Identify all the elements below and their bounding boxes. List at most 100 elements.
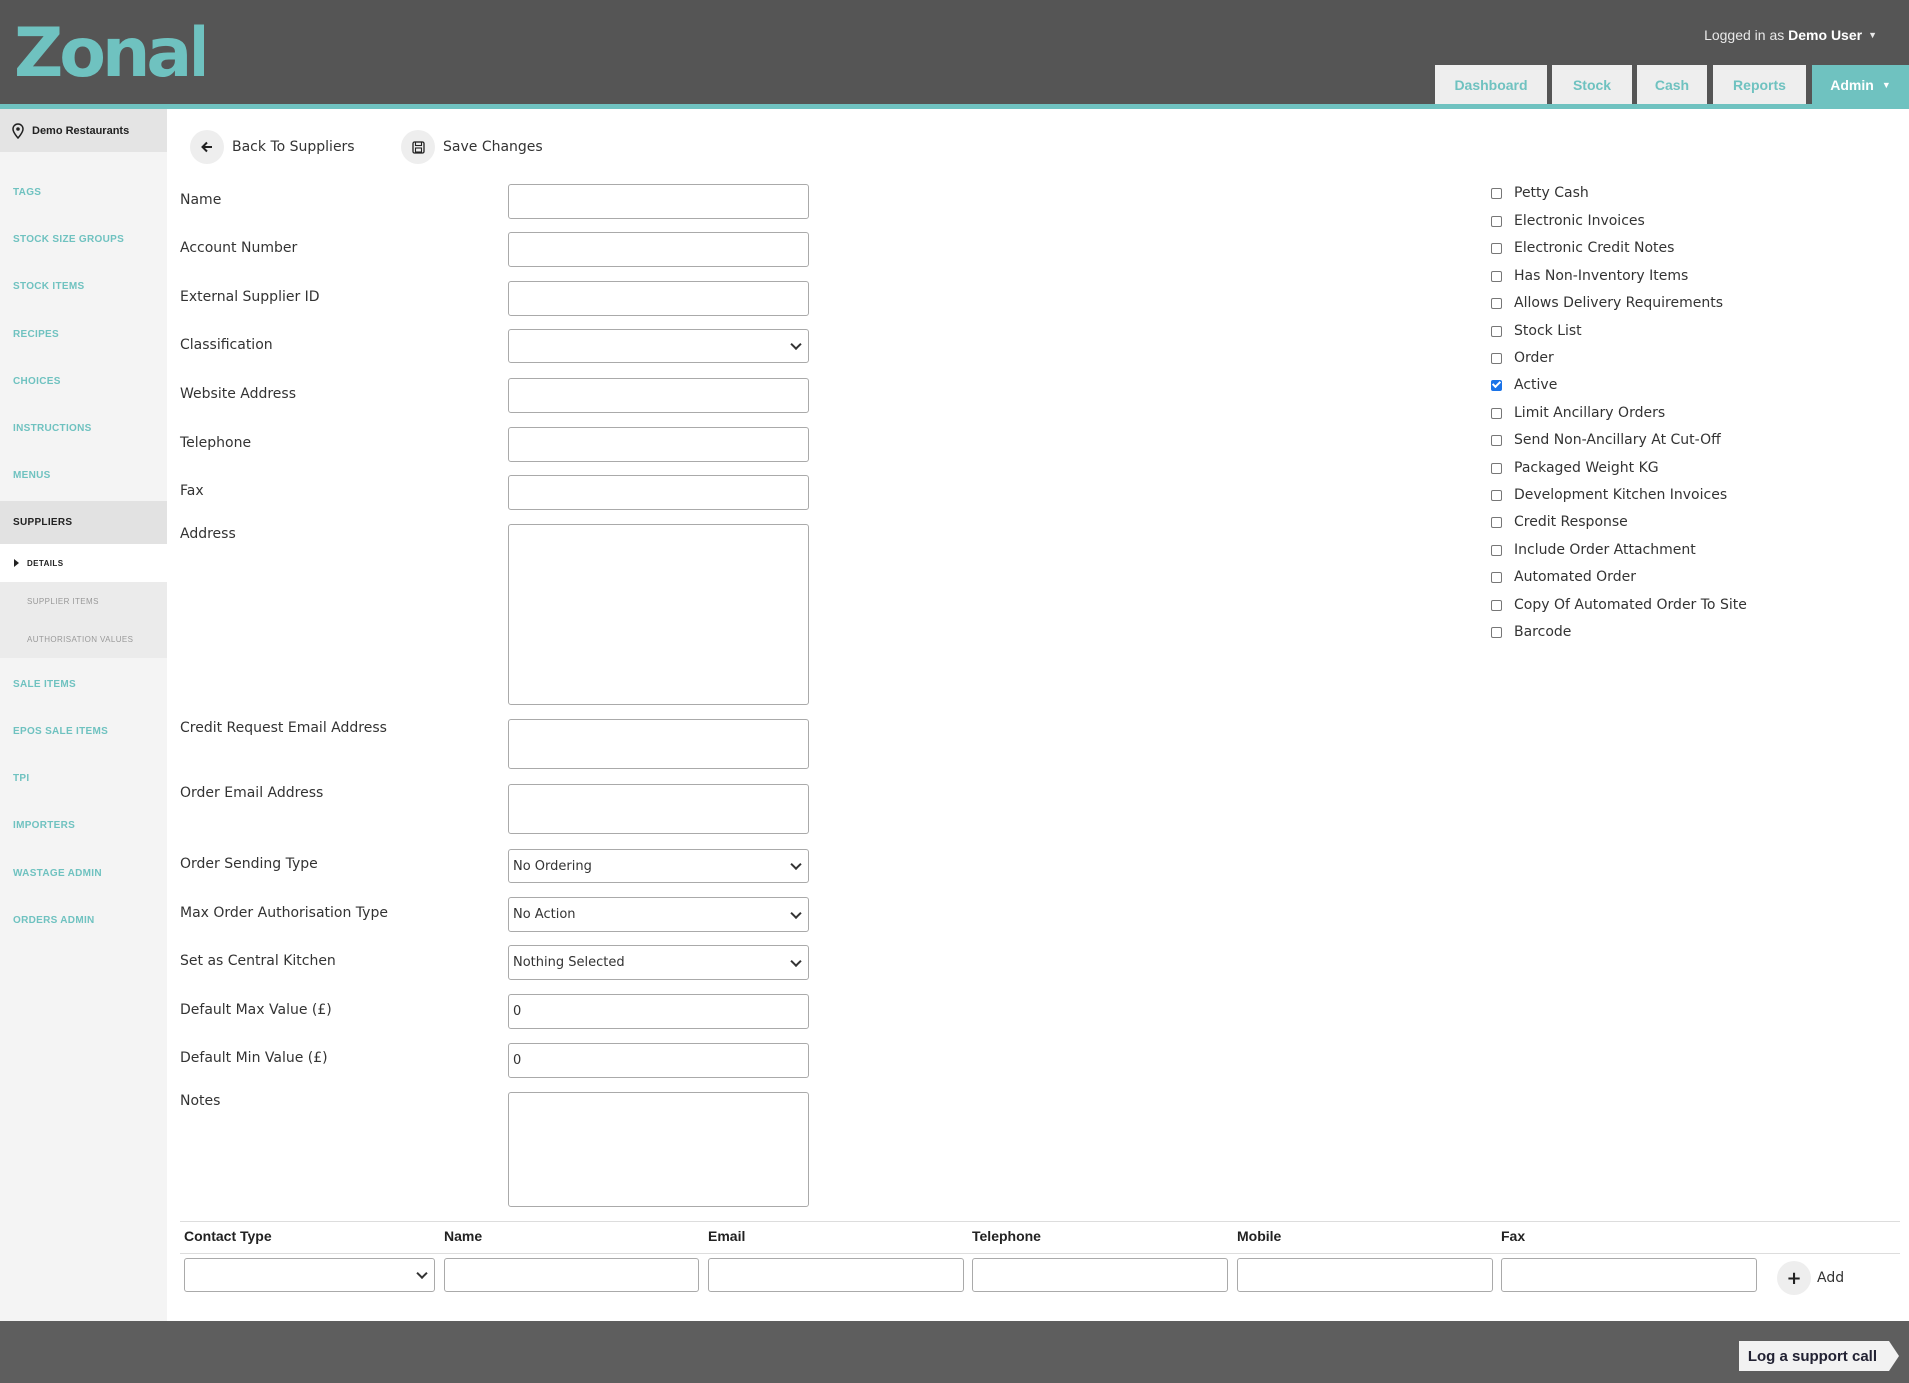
- send-non-ancillary-checkbox[interactable]: Send Non-Ancillary At Cut-Off: [1491, 432, 1721, 448]
- nav-tab-admin[interactable]: Admin ▼: [1812, 65, 1909, 104]
- checkbox-box[interactable]: [1491, 571, 1502, 583]
- map-pin-icon: [12, 122, 24, 139]
- sidebar-item-wastage-admin[interactable]: Wastage Admin: [0, 858, 167, 888]
- sidebar-item-stock-size-groups[interactable]: Stock Size Groups: [0, 224, 167, 254]
- nav-tab-reports[interactable]: Reports: [1713, 65, 1806, 104]
- checkbox-box[interactable]: [1491, 242, 1502, 254]
- checkbox-box[interactable]: [1491, 352, 1502, 364]
- location-selector[interactable]: Demo Restaurants: [0, 109, 167, 152]
- has-non-inventory-items-checkbox[interactable]: Has Non-Inventory Items: [1491, 268, 1688, 284]
- barcode-checkbox[interactable]: Barcode: [1491, 624, 1571, 640]
- default-min-input[interactable]: 0: [508, 1043, 809, 1078]
- sidebar-item-instructions[interactable]: Instructions: [0, 413, 167, 443]
- max-order-auth-select[interactable]: No Action: [508, 897, 809, 932]
- nav-tab-dashboard[interactable]: Dashboard: [1435, 65, 1547, 104]
- packaged-weight-kg-checkbox[interactable]: Packaged Weight KG: [1491, 460, 1659, 476]
- checkbox-box[interactable]: [1491, 270, 1502, 282]
- plus-icon: +: [1777, 1261, 1811, 1295]
- sidebar-subitem-authorisation-values[interactable]: Authorisation Values: [0, 620, 167, 658]
- telephone-input[interactable]: [508, 427, 809, 462]
- sidebar-item-sale-items[interactable]: Sale Items: [0, 669, 167, 699]
- website-label: Website Address: [180, 386, 297, 402]
- sidebar-item-epos-sale-items[interactable]: EPOS Sale Items: [0, 716, 167, 746]
- sidebar-item-choices[interactable]: Choices: [0, 366, 167, 396]
- credit-response-checkbox[interactable]: Credit Response: [1491, 514, 1628, 530]
- sidebar-item-suppliers[interactable]: Suppliers: [0, 501, 167, 544]
- checkbox-box[interactable]: [1491, 462, 1502, 474]
- zonal-logo[interactable]: Zonal: [14, 18, 204, 84]
- classification-label: Classification: [180, 337, 273, 353]
- checkbox-box[interactable]: [1491, 407, 1502, 419]
- sidebar-item-tags[interactable]: Tags: [0, 177, 167, 207]
- sidebar-item-menus[interactable]: Menus: [0, 460, 167, 490]
- contact-email-input[interactable]: [708, 1258, 964, 1292]
- default-max-input[interactable]: 0: [508, 994, 809, 1029]
- default-max-label: Default Max Value (£): [180, 1002, 332, 1018]
- back-to-suppliers-button[interactable]: Back To Suppliers: [190, 130, 355, 164]
- automated-order-checkbox[interactable]: Automated Order: [1491, 569, 1636, 585]
- classification-select[interactable]: [508, 329, 809, 363]
- allows-delivery-requirements-checkbox[interactable]: Allows Delivery Requirements: [1491, 295, 1723, 311]
- sidebar-subitem-supplier-items[interactable]: Supplier Items: [0, 582, 167, 620]
- order-email-label: Order Email Address: [180, 785, 324, 801]
- checkbox-box[interactable]: [1491, 434, 1502, 446]
- electronic-invoices-checkbox[interactable]: Electronic Invoices: [1491, 213, 1645, 229]
- contact-telephone-input[interactable]: [972, 1258, 1228, 1292]
- contact-fax-input[interactable]: [1501, 1258, 1757, 1292]
- sidebar-item-stock-items[interactable]: Stock Items: [0, 271, 167, 301]
- checkbox-box[interactable]: [1491, 215, 1502, 227]
- limit-ancillary-orders-checkbox[interactable]: Limit Ancillary Orders: [1491, 405, 1665, 421]
- sidebar-item-tpi[interactable]: TPI: [0, 763, 167, 793]
- include-order-attachment-checkbox[interactable]: Include Order Attachment: [1491, 542, 1696, 558]
- contact-type-select[interactable]: [184, 1258, 435, 1292]
- header-mobile: Mobile: [1237, 1228, 1282, 1244]
- checkbox-box[interactable]: [1491, 516, 1502, 528]
- central-kitchen-select[interactable]: Nothing Selected: [508, 945, 809, 980]
- development-kitchen-invoices-checkbox[interactable]: Development Kitchen Invoices: [1491, 487, 1727, 503]
- logged-in-user[interactable]: Logged in as Demo User ▼: [1704, 27, 1877, 43]
- sidebar-item-orders-admin[interactable]: Orders Admin: [0, 905, 167, 935]
- add-contact-button[interactable]: + Add: [1777, 1261, 1844, 1295]
- checkbox-box[interactable]: [1491, 544, 1502, 556]
- name-input[interactable]: [508, 184, 809, 219]
- header-accent-bar: [0, 104, 1909, 109]
- order-email-input[interactable]: [508, 784, 809, 834]
- order-sending-type-label: Order Sending Type: [180, 856, 318, 872]
- nav-tab-stock[interactable]: Stock: [1552, 65, 1632, 104]
- sidebar: Demo Restaurants Tags Stock Size Groups …: [0, 109, 167, 1321]
- checkbox-box[interactable]: [1491, 325, 1502, 337]
- copy-automated-order-checkbox[interactable]: Copy Of Automated Order To Site: [1491, 597, 1747, 613]
- website-input[interactable]: [508, 378, 809, 413]
- address-textarea[interactable]: [508, 524, 809, 705]
- default-min-label: Default Min Value (£): [180, 1050, 328, 1066]
- sidebar-item-recipes[interactable]: Recipes: [0, 319, 167, 349]
- electronic-credit-notes-checkbox[interactable]: Electronic Credit Notes: [1491, 240, 1674, 256]
- order-checkbox[interactable]: Order: [1491, 350, 1554, 366]
- caret-down-icon: ▼: [1868, 30, 1877, 40]
- checkbox-box[interactable]: [1491, 187, 1502, 199]
- checkbox-checked[interactable]: [1491, 379, 1502, 391]
- petty-cash-checkbox[interactable]: Petty Cash: [1491, 185, 1589, 201]
- notes-textarea[interactable]: [508, 1092, 809, 1207]
- nav-tab-cash[interactable]: Cash: [1637, 65, 1707, 104]
- sidebar-subitem-details[interactable]: Details: [0, 544, 167, 582]
- sidebar-item-importers[interactable]: Importers: [0, 810, 167, 840]
- save-changes-button[interactable]: Save Changes: [401, 130, 543, 164]
- active-checkbox[interactable]: Active: [1491, 377, 1557, 393]
- checkbox-box[interactable]: [1491, 626, 1502, 638]
- credit-email-input[interactable]: [508, 719, 809, 769]
- order-sending-type-select[interactable]: No Ordering: [508, 849, 809, 883]
- external-supplier-id-input[interactable]: [508, 281, 809, 316]
- address-label: Address: [180, 526, 236, 542]
- stock-list-checkbox[interactable]: Stock List: [1491, 323, 1582, 339]
- checkbox-box[interactable]: [1491, 489, 1502, 501]
- fax-input[interactable]: [508, 475, 809, 510]
- central-kitchen-label: Set as Central Kitchen: [180, 953, 336, 969]
- checkbox-box[interactable]: [1491, 599, 1502, 611]
- contact-mobile-input[interactable]: [1237, 1258, 1493, 1292]
- contact-name-input[interactable]: [444, 1258, 699, 1292]
- checkbox-box[interactable]: [1491, 297, 1502, 309]
- max-order-auth-label: Max Order Authorisation Type: [180, 905, 388, 921]
- log-support-call-button[interactable]: Log a support call: [1738, 1341, 1900, 1371]
- account-number-input[interactable]: [508, 232, 809, 267]
